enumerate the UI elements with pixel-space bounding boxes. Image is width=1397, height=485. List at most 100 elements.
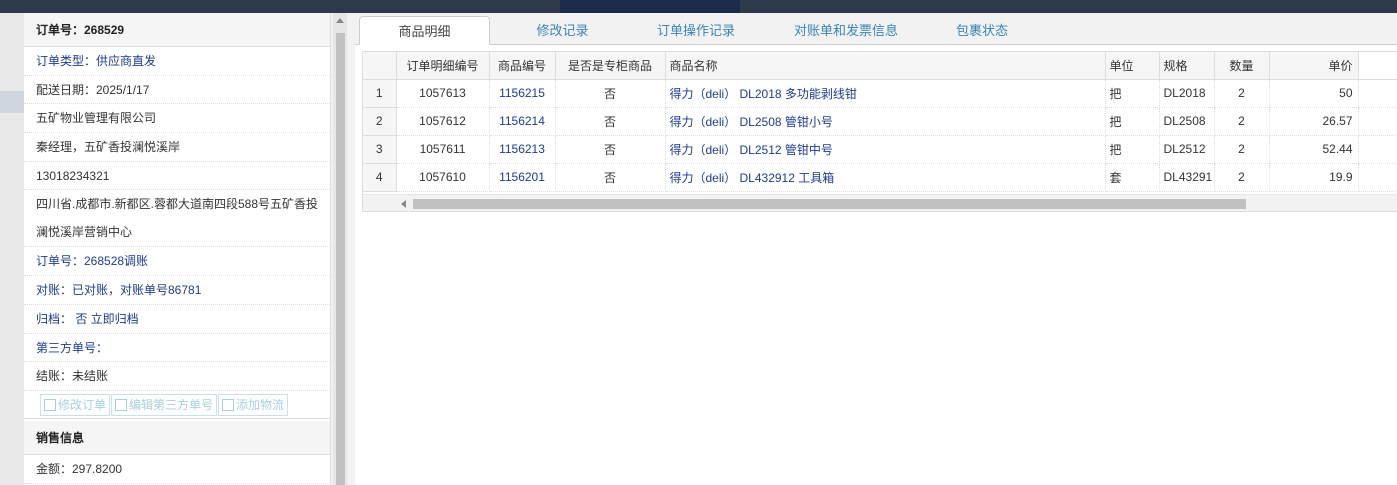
- scroll-left-arrow-icon[interactable]: [401, 200, 406, 208]
- col-detail-id-cell: 1057610: [396, 163, 490, 192]
- col-product-name-cell[interactable]: 得力（deli） DL432912 工具箱: [665, 163, 1106, 192]
- table-row[interactable]: 3 1057611 1156213 否得力（deli） DL2512 管钳中号把 DL2…: [363, 135, 1397, 164]
- order-info-list: 订单类型：供应商直发 配送日期：2025/1/17 五矿物业管理有限公司 秦经理，五矿…: [24, 47, 330, 391]
- button-label: 编辑第三方单号: [129, 397, 214, 412]
- col-spec-cell: DL43291: [1159, 163, 1215, 192]
- grid-horizontal-scrollbar[interactable]: [363, 194, 1397, 211]
- col-quantity-cell: 2: [1214, 135, 1270, 164]
- col-counter-product-cell: 否: [555, 107, 666, 136]
- edit-icon: [44, 398, 56, 411]
- left-edge-marker: [0, 91, 24, 113]
- add-logistics-button[interactable]: 添加物流: [218, 393, 289, 416]
- col-row-number-header[interactable]: [363, 52, 397, 80]
- col-row-number-cell: 4: [363, 163, 397, 192]
- col-unit-cell: 套: [1105, 163, 1160, 192]
- button-label: 添加物流: [236, 397, 285, 412]
- col-unit-cell: 把: [1105, 79, 1160, 108]
- edit-icon: [115, 398, 128, 411]
- main-content: 商品明细 修改记录 订单操作记录 对账单和发票信息 包裹状态 订单明细编号 商品编号 是否是…: [355, 13, 1397, 485]
- edit-third-party-number-button[interactable]: 编辑第三方单号: [111, 393, 218, 416]
- col-quantity-header[interactable]: 数量: [1214, 52, 1270, 80]
- tab-bar: 商品明细 修改记录 订单操作记录 对账单和发票信息 包裹状态: [355, 13, 1397, 45]
- header-filler: [1358, 52, 1397, 80]
- col-unit-price-cell: 19.9: [1269, 163, 1359, 192]
- scroll-thumb[interactable]: [336, 33, 345, 485]
- order-number-title: 订单号：268529: [24, 13, 330, 47]
- order-info-row: 配送日期：2025/1/17: [24, 76, 330, 105]
- col-product-name-cell[interactable]: 得力（deli） DL2018 多功能剥线钳: [665, 79, 1106, 108]
- col-unit-cell: 把: [1105, 135, 1160, 164]
- col-unit-price-header[interactable]: 单价: [1269, 52, 1359, 80]
- order-info-row: 五矿物业管理有限公司: [24, 104, 330, 134]
- col-product-name-cell[interactable]: 得力（deli） DL2508 管钳小号: [665, 107, 1106, 136]
- col-spec-cell: DL2508: [1159, 107, 1215, 136]
- col-detail-id-cell: 1057612: [396, 107, 490, 136]
- order-info-panel: 订单号：268529 订单类型：供应商直发 配送日期：2025/1/17 五矿物业管…: [24, 13, 331, 485]
- col-product-name-cell[interactable]: 得力（deli） DL2512 管钳中号: [665, 135, 1106, 164]
- edit-icon: [222, 398, 235, 411]
- order-info-row: 四川省.成都市.新都区.蓉都大道南四段588号五矿香投澜悦溪岸营销中心: [24, 190, 330, 248]
- col-product-id-cell[interactable]: 1156213: [489, 135, 556, 164]
- sales-amount: 金额：297.8200: [24, 455, 330, 484]
- order-info-row: 结账：未结账: [24, 362, 330, 391]
- col-detail-id-header[interactable]: 订单明细编号: [396, 52, 490, 80]
- button-label: 修改订单: [58, 397, 107, 412]
- col-quantity-cell: 2: [1214, 163, 1270, 192]
- col-unit-price-cell: 26.57: [1269, 107, 1359, 136]
- col-spec-header[interactable]: 规格: [1159, 52, 1215, 80]
- left-edge-strip: [0, 13, 24, 485]
- col-quantity-cell: 2: [1214, 107, 1270, 136]
- col-counter-product-header[interactable]: 是否是专柜商品: [555, 52, 666, 80]
- table-row[interactable]: 4 1057610 1156201 否得力（deli） DL432912 工具箱套 DL…: [363, 163, 1397, 192]
- order-info-row: 第三方单号：: [24, 334, 330, 363]
- col-row-number-cell: 1: [363, 79, 397, 108]
- edit-order-button[interactable]: 修改订单: [40, 393, 111, 416]
- product-detail-grid: 订单明细编号 商品编号 是否是专柜商品 商品名称 单位 规格 数量 单价 1 1057613 11…: [362, 51, 1397, 212]
- order-info-row: 对账：已对账，对账单号86781: [24, 276, 330, 305]
- col-detail-id-cell: 1057611: [396, 135, 490, 164]
- table-row[interactable]: 2 1057612 1156214 否得力（deli） DL2508 管钳小号把 DL2…: [363, 107, 1397, 136]
- col-spec-cell: DL2018: [1159, 79, 1215, 108]
- sales-info-title: 销售信息: [24, 420, 330, 455]
- col-product-id-cell[interactable]: 1156215: [489, 79, 556, 108]
- col-counter-product-cell: 否: [555, 135, 666, 164]
- row-filler: [1358, 79, 1397, 108]
- col-product-id-cell[interactable]: 1156214: [489, 107, 556, 136]
- col-counter-product-cell: 否: [555, 163, 666, 192]
- left-panel-scrollbar[interactable]: [333, 13, 347, 485]
- tab-package-status[interactable]: 包裹状态: [922, 16, 1042, 45]
- order-info-row: 订单类型：供应商直发: [24, 47, 330, 76]
- col-product-id-header[interactable]: 商品编号: [489, 52, 556, 80]
- order-info-row: 13018234321: [24, 162, 330, 191]
- table-row[interactable]: 1 1057613 1156215 否得力（deli） DL2018 多功能剥线钳把 D…: [363, 79, 1397, 108]
- row-filler: [1358, 135, 1397, 164]
- col-product-id-cell[interactable]: 1156201: [489, 163, 556, 192]
- col-row-number-cell: 2: [363, 107, 397, 136]
- tab-product-details[interactable]: 商品明细: [359, 16, 490, 45]
- col-row-number-cell: 3: [363, 135, 397, 164]
- col-detail-id-cell: 1057613: [396, 79, 490, 108]
- top-bar: [0, 0, 1397, 13]
- tab-statement-invoice[interactable]: 对账单和发票信息: [771, 16, 921, 45]
- col-unit-price-cell: 52.44: [1269, 135, 1359, 164]
- grid-body: 1 1057613 1156215 否得力（deli） DL2018 多功能剥线钳把 D…: [363, 79, 1397, 192]
- col-product-name-header[interactable]: 商品名称: [665, 52, 1106, 80]
- order-actions: 修改订单 编辑第三方单号 添加物流: [24, 391, 330, 419]
- grid-header-row: 订单明细编号 商品编号 是否是专柜商品 商品名称 单位 规格 数量 单价: [363, 52, 1397, 80]
- col-unit-price-cell: 50: [1269, 79, 1359, 108]
- grid-scroll-thumb[interactable]: [413, 199, 1246, 209]
- top-bar-highlight: [560, 0, 740, 13]
- col-spec-cell: DL2512: [1159, 135, 1215, 164]
- col-quantity-cell: 2: [1214, 79, 1270, 108]
- order-info-row: 归档： 否 立即归档: [24, 305, 330, 334]
- tab-order-operation-log[interactable]: 订单操作记录: [621, 16, 771, 45]
- row-filler: [1358, 163, 1397, 192]
- col-unit-cell: 把: [1105, 107, 1160, 136]
- order-info-row: 订单号：268528调账: [24, 247, 330, 277]
- tab-modification-log[interactable]: 修改记录: [505, 16, 620, 45]
- row-filler: [1358, 107, 1397, 136]
- col-counter-product-cell: 否: [555, 79, 666, 108]
- scroll-up-arrow-icon[interactable]: [336, 18, 344, 23]
- order-info-row: 秦经理，五矿香投澜悦溪岸: [24, 133, 330, 162]
- col-unit-header[interactable]: 单位: [1105, 52, 1160, 80]
